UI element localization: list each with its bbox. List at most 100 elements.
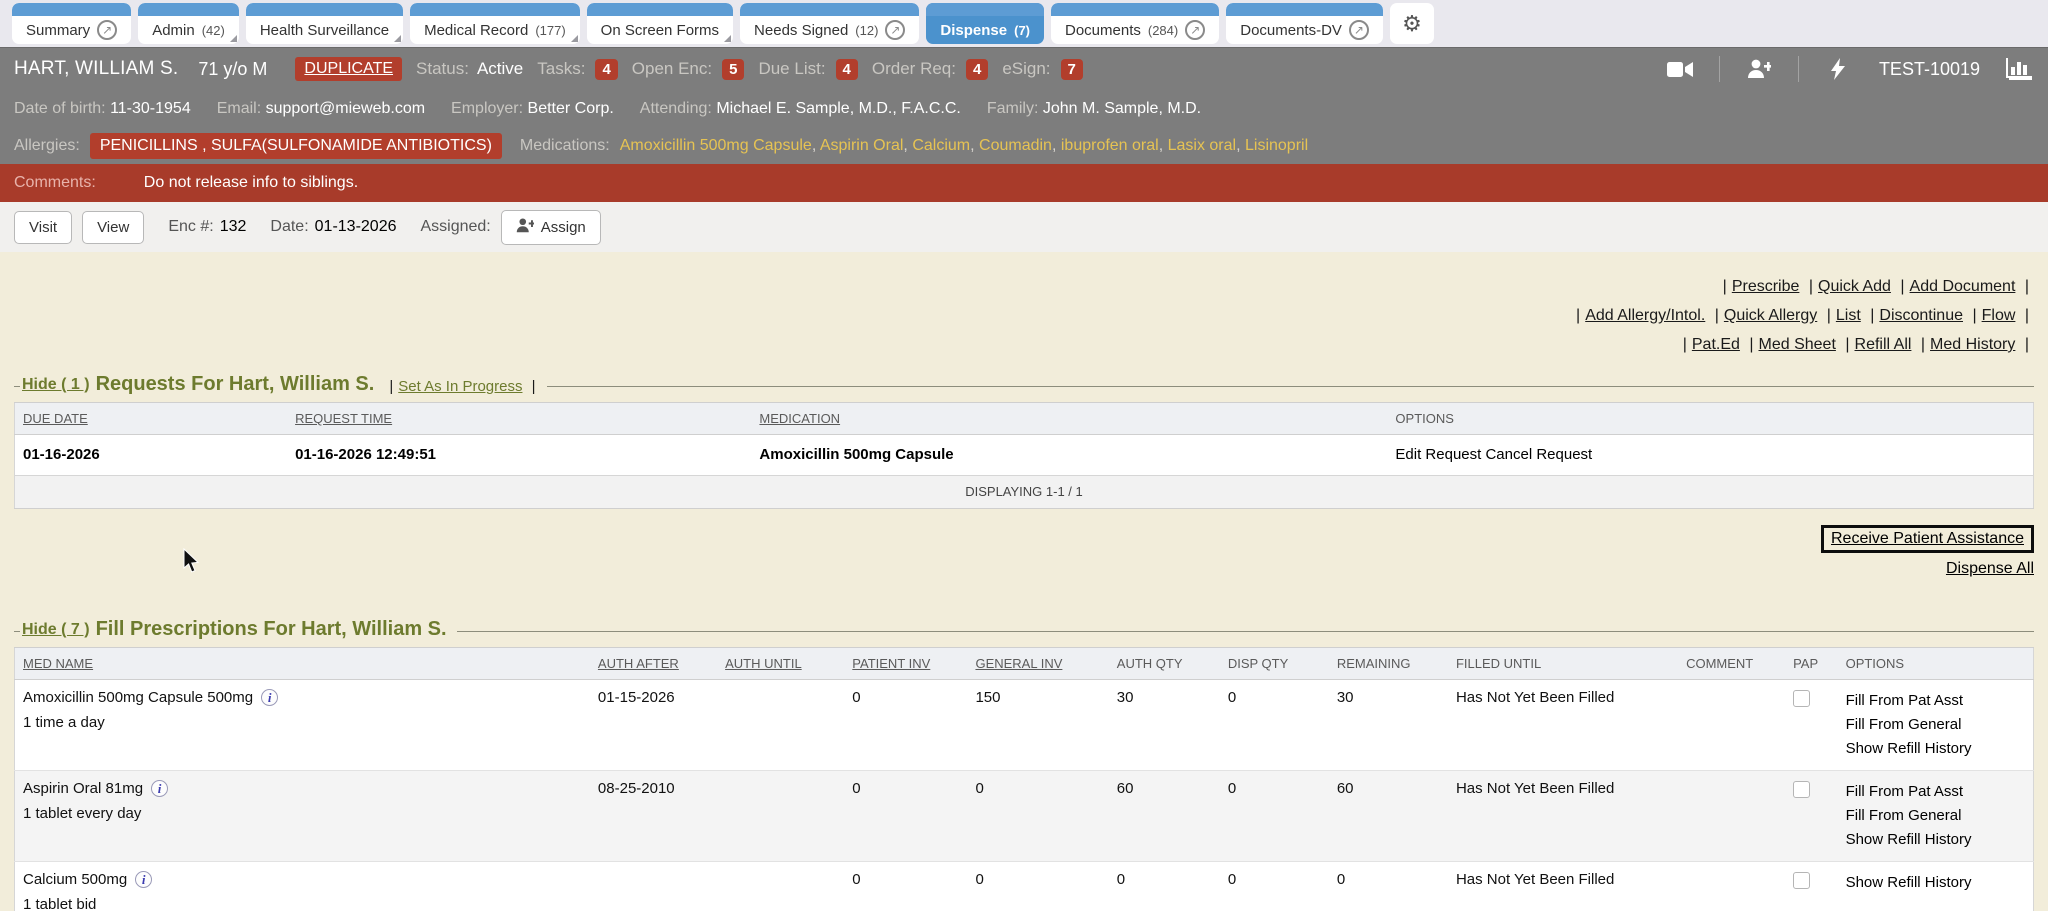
comments-bar: Comments: Do not release info to sibling…: [0, 164, 2048, 202]
assign-button[interactable]: Assign: [501, 210, 601, 245]
tab-count: (12): [855, 23, 878, 38]
fill-from-general-link[interactable]: Fill From General: [1846, 804, 2025, 828]
medication-link[interactable]: Amoxicillin 500mg Capsule: [620, 137, 812, 154]
quick-add-link[interactable]: Quick Add: [1818, 278, 1891, 295]
esign-count-badge[interactable]: 7: [1061, 59, 1083, 80]
email-value: support@mieweb.com: [266, 100, 425, 117]
col-medication[interactable]: MEDICATION: [759, 411, 840, 426]
medication-link[interactable]: ibuprofen oral: [1061, 137, 1159, 154]
due-list-count-badge[interactable]: 4: [836, 59, 858, 80]
person-add-icon[interactable]: [1744, 57, 1774, 81]
auth-after: 08-25-2010: [590, 771, 717, 862]
requests-table: DUE DATE REQUEST TIME MEDICATION OPTIONS…: [14, 402, 2034, 509]
tab-label: Summary: [26, 22, 90, 39]
external-link-icon[interactable]: ↗: [885, 20, 905, 40]
quick-allergy-link[interactable]: Quick Allergy: [1724, 307, 1817, 324]
action-links-row-2: |Add Allergy/Intol. |Quick Allergy |List…: [14, 301, 2034, 330]
prescription-row: Amoxicillin 500mg Capsule 500mg i 1 time…: [15, 680, 2034, 771]
fill-hide-link[interactable]: Hide ( 7 ): [22, 621, 90, 639]
col-disp-qty: DISP QTY: [1228, 656, 1288, 671]
settings-gear-icon[interactable]: ⚙: [1390, 3, 1434, 44]
discontinue-link[interactable]: Discontinue: [1879, 307, 1963, 324]
list-link[interactable]: List: [1836, 307, 1861, 324]
pat-ed-link[interactable]: Pat.Ed: [1692, 336, 1740, 353]
tab-health-surveillance[interactable]: Health Surveillance: [246, 3, 403, 44]
tab-dispense[interactable]: Dispense(7): [926, 3, 1044, 44]
tab-documents[interactable]: Documents(284)↗: [1051, 3, 1219, 44]
show-refill-history-link[interactable]: Show Refill History: [1846, 828, 2025, 852]
attending-field: Attending: Michael E. Sample, M.D., F.A.…: [640, 100, 961, 118]
prescribe-link[interactable]: Prescribe: [1732, 278, 1800, 295]
requests-hide-link[interactable]: Hide ( 1 ): [22, 376, 90, 394]
medication-link[interactable]: Coumadin: [979, 137, 1052, 154]
email-field: Email: support@mieweb.com: [217, 100, 425, 118]
external-link-icon[interactable]: ↗: [1349, 20, 1369, 40]
tab-documents-dv[interactable]: Documents-DV↗: [1226, 3, 1383, 44]
col-med-name[interactable]: MED NAME: [23, 656, 93, 671]
video-camera-icon[interactable]: [1665, 57, 1695, 81]
medication-link[interactable]: Lisinopril: [1245, 137, 1308, 154]
patient-age-sex: 71 y/o M: [198, 59, 267, 80]
medication-link[interactable]: Lasix oral: [1168, 137, 1236, 154]
external-link-icon[interactable]: ↗: [1185, 20, 1205, 40]
col-general-inv[interactable]: GENERAL INV: [975, 656, 1062, 671]
fill-from-general-link[interactable]: Fill From General: [1846, 713, 2025, 737]
col-request-time[interactable]: REQUEST TIME: [295, 411, 392, 426]
tasks-count-badge[interactable]: 4: [595, 59, 617, 80]
tab-summary[interactable]: Summary ↗: [12, 3, 131, 44]
medication-link[interactable]: Calcium: [912, 137, 970, 154]
comments-label: Comments:: [14, 174, 96, 192]
col-auth-until[interactable]: AUTH UNTIL: [725, 656, 802, 671]
prescription-row: Calcium 500mg i 1 tablet bid 0 0 0 0 0 H…: [15, 862, 2034, 911]
col-pap: PAP: [1793, 656, 1818, 671]
med-history-link[interactable]: Med History: [1930, 336, 2015, 353]
view-button[interactable]: View: [82, 211, 144, 244]
add-allergy-link[interactable]: Add Allergy/Intol.: [1585, 307, 1705, 324]
duplicate-badge[interactable]: DUPLICATE: [295, 57, 402, 81]
add-document-link[interactable]: Add Document: [1910, 278, 2016, 295]
col-due-date[interactable]: DUE DATE: [23, 411, 88, 426]
edit-request-link[interactable]: Edit Request: [1395, 446, 1481, 463]
col-patient-inv[interactable]: PATIENT INV: [852, 656, 930, 671]
show-refill-history-link[interactable]: Show Refill History: [1846, 737, 2025, 761]
patient-inv: 0: [844, 680, 967, 771]
tab-admin[interactable]: Admin(42): [138, 3, 239, 44]
show-refill-history-link[interactable]: Show Refill History: [1846, 871, 2025, 895]
pap-checkbox[interactable]: [1793, 781, 1810, 798]
col-auth-after[interactable]: AUTH AFTER: [598, 656, 679, 671]
medication-link[interactable]: Aspirin Oral: [820, 137, 904, 154]
info-icon[interactable]: i: [261, 689, 278, 706]
tab-accent-strip: [740, 3, 919, 16]
tab-count: (284): [1148, 23, 1178, 38]
allergies-badge[interactable]: PENICILLINS , SULFA(SULFONAMIDE ANTIBIOT…: [90, 133, 502, 159]
chevron-corner-icon: [230, 35, 237, 42]
dispense-all-link[interactable]: Dispense All: [1946, 560, 2034, 577]
visit-button[interactable]: Visit: [14, 211, 72, 244]
set-as-in-progress-link[interactable]: Set As In Progress: [398, 378, 522, 395]
comment: [1678, 680, 1785, 771]
fill-from-pat-asst-link[interactable]: Fill From Pat Asst: [1846, 689, 2025, 713]
tab-medical-record[interactable]: Medical Record(177): [410, 3, 580, 44]
info-icon[interactable]: i: [135, 871, 152, 888]
enc-number-value: 132: [220, 218, 247, 236]
open-enc-count-badge[interactable]: 5: [722, 59, 744, 80]
external-link-icon[interactable]: ↗: [97, 20, 117, 40]
chevron-corner-icon: [724, 35, 731, 42]
tab-needs-signed[interactable]: Needs Signed(12)↗: [740, 3, 919, 44]
refill-all-link[interactable]: Refill All: [1855, 336, 1912, 353]
pap-checkbox[interactable]: [1793, 872, 1810, 889]
col-options: OPTIONS: [1395, 411, 1454, 426]
dispense-content: |Prescribe |Quick Add |Add Document | |A…: [0, 252, 2048, 911]
lightning-icon[interactable]: [1823, 57, 1853, 81]
pap-checkbox[interactable]: [1793, 690, 1810, 707]
bar-chart-icon[interactable]: [2004, 57, 2034, 81]
info-icon[interactable]: i: [151, 780, 168, 797]
tab-on-screen-forms[interactable]: On Screen Forms: [587, 3, 733, 44]
order-req-count-badge[interactable]: 4: [966, 59, 988, 80]
displaying-count: DISPLAYING 1-1 / 1: [15, 476, 2034, 509]
flow-link[interactable]: Flow: [1982, 307, 2016, 324]
fill-from-pat-asst-link[interactable]: Fill From Pat Asst: [1846, 780, 2025, 804]
receive-patient-assistance-link[interactable]: Receive Patient Assistance: [1831, 530, 2024, 547]
med-sheet-link[interactable]: Med Sheet: [1759, 336, 1836, 353]
cancel-request-link[interactable]: Cancel Request: [1485, 446, 1592, 463]
